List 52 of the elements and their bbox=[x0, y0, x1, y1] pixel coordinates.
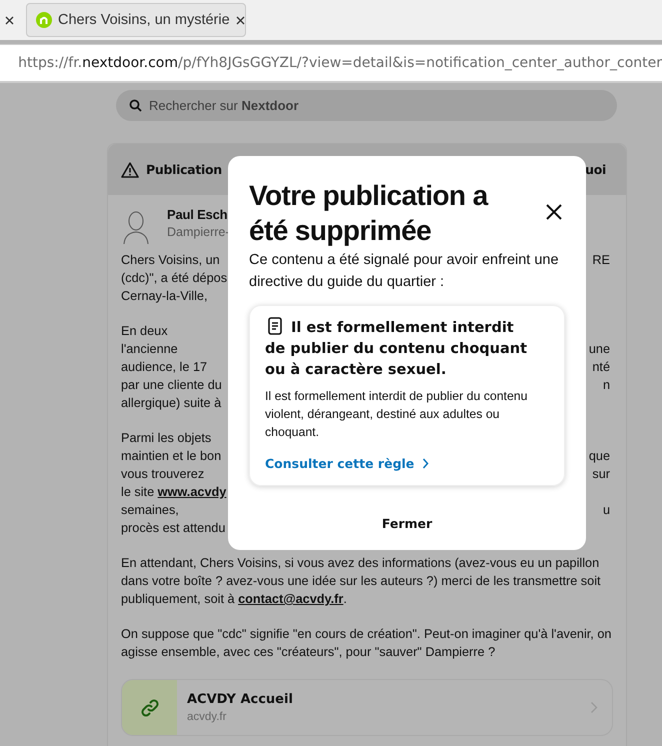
link-preview[interactable]: ACVDY Accueil acvdy.fr bbox=[121, 679, 613, 736]
text-fragment: Parmi les objets bbox=[121, 430, 212, 447]
search-icon bbox=[129, 99, 142, 112]
notice-title: Publication bbox=[146, 162, 222, 177]
author-name[interactable]: Paul Esch bbox=[167, 207, 230, 222]
text-fragment: n bbox=[602, 377, 611, 394]
link-title: ACVDY Accueil bbox=[187, 692, 294, 707]
text-fragment: (cdc)", a été dépos bbox=[121, 270, 228, 287]
search-field[interactable]: Rechercher sur Nextdoor bbox=[116, 90, 617, 121]
text-fragment: l'ancienne bbox=[121, 341, 178, 358]
text-fragment: sur bbox=[592, 466, 611, 483]
text-fragment: par une cliente du bbox=[121, 377, 222, 394]
link-icon bbox=[140, 698, 160, 718]
email-link[interactable]: contact@acvdy.fr bbox=[238, 592, 344, 606]
text-fragment: Chers Voisins, un bbox=[121, 252, 220, 269]
rule-description: Il est formellement interdit de publier du contenu violent, dérangeant, destiné aux adultes ou choquant. bbox=[265, 388, 528, 441]
text-fragment: Cernay-la-Ville, bbox=[121, 288, 208, 305]
chevron-right-icon bbox=[422, 458, 430, 469]
text-fragment: nté bbox=[592, 359, 611, 376]
document-icon bbox=[268, 317, 282, 335]
text-fragment: vous trouverez bbox=[121, 466, 204, 483]
text-fragment: audience, le 17 bbox=[121, 359, 208, 376]
rule-link[interactable]: Consulter cette règle bbox=[265, 456, 430, 471]
close-button[interactable] bbox=[546, 204, 562, 220]
browser-tab[interactable]: Chers Voisins, un mystérie bbox=[26, 3, 246, 37]
text-fragment: que bbox=[588, 448, 611, 465]
rule-title: Il est formellement interdit de publier du contenu choquant ou à caractère sexuel. bbox=[265, 317, 549, 381]
link-domain: acvdy.fr bbox=[187, 711, 228, 723]
text-fragment: semaines, bbox=[121, 502, 179, 519]
notice-link[interactable]: uoi bbox=[585, 162, 606, 177]
text-link[interactable]: www.acvdy bbox=[158, 485, 226, 499]
chevron-right-icon bbox=[590, 701, 598, 714]
text-fragment: En deux bbox=[121, 323, 168, 340]
text-fragment: procès est attendu bbox=[121, 520, 226, 537]
dialog-message: Ce contenu a été signalé pour avoir enfreint une directive du guide du quartier : bbox=[249, 251, 560, 292]
post-paragraph: On suppose que "cdc" signifie "en cours de création". Peut-on imaginer qu'à l'avenir, on agisse ensemble, avec ces "créateurs", pour "sauver" Dampierre ? bbox=[121, 626, 612, 661]
avatar bbox=[121, 209, 151, 245]
post-paragraph: En attendant, Chers Voisins, si vous avez des informations (avez-vous eu un papillon dans votre boîte ? avez-vous une idée sur les auteurs ?) merci de les transmettre soit publiquement, soit à contact@acvdy.fr. bbox=[121, 555, 602, 608]
author-location: Dampierre- bbox=[167, 225, 230, 239]
close-dialog-button[interactable]: Fermer bbox=[374, 512, 440, 535]
text-fragment: u bbox=[602, 502, 611, 519]
text-fragment: le site www.acvdy bbox=[121, 484, 226, 501]
dialog-title: Votre publication a été supprimée bbox=[249, 179, 490, 248]
warning-icon bbox=[121, 162, 139, 178]
close-icon[interactable] bbox=[5, 16, 14, 24]
text-fragment: allergique) suite à bbox=[121, 395, 222, 412]
text-fragment: une bbox=[588, 341, 611, 358]
text-fragment: maintien et le bon bbox=[121, 448, 222, 465]
close-icon bbox=[236, 16, 245, 24]
close-icon bbox=[546, 204, 562, 220]
text-fragment: RE bbox=[592, 252, 611, 269]
logo-icon bbox=[36, 12, 52, 28]
